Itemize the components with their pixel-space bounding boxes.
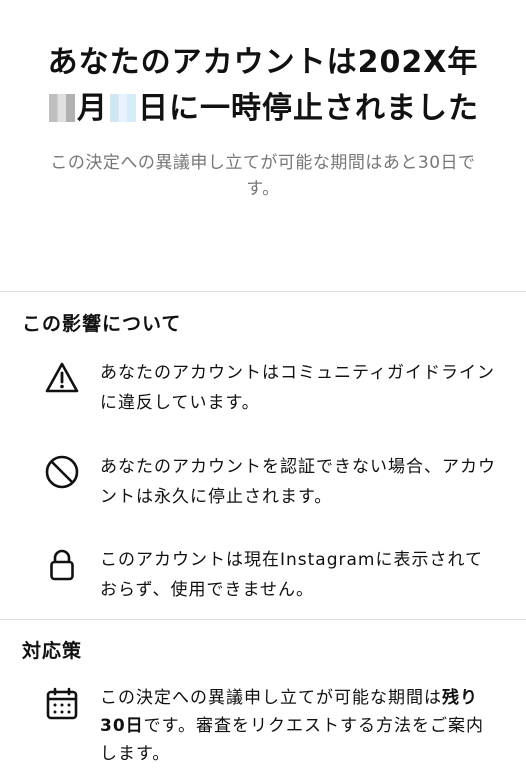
appeal-deadline-subtitle: この決定への異議申し立てが可能な期間はあと30日です。 <box>50 153 476 199</box>
block-icon <box>44 454 80 490</box>
warning-icon <box>44 360 80 396</box>
action-text-before: この決定への異議申し立てが可能な期間は <box>100 688 442 708</box>
impact-item-text: あなたのアカウントを認証できない場合、アカウントは永久に停止されます。 <box>100 457 496 507</box>
impact-item-text: あなたのアカウントはコミュニティガイドラインに違反しています。 <box>100 363 495 413</box>
calendar-icon <box>44 686 80 722</box>
title-part1: あなたのアカウントは202X年 <box>47 45 479 80</box>
impact-item-text: このアカウントは現在Instagramに表示されておらず、使用できません。 <box>100 550 483 600</box>
action-section-title: 対応策 <box>22 640 83 662</box>
title-part3: 日に一時停止されました <box>138 91 479 126</box>
redacted-month <box>49 94 75 122</box>
lock-icon <box>44 547 80 583</box>
impact-item-guideline-violation: あなたのアカウントはコミュニティガイドラインに違反しています。 <box>44 358 496 418</box>
impact-item-hidden-account: このアカウントは現在Instagramに表示されておらず、使用できません。 <box>44 545 496 605</box>
action-item-appeal: この決定への異議申し立てが可能な期間は残り30日です。審査をリクエストする方法を… <box>44 684 496 768</box>
redacted-day <box>110 94 136 122</box>
divider <box>0 291 526 292</box>
title-part2: 月 <box>77 91 108 126</box>
impact-section-title: この影響について <box>22 313 182 335</box>
impact-item-permanent-suspension: あなたのアカウントを認証できない場合、アカウントは永久に停止されます。 <box>44 452 496 512</box>
header: あなたのアカウントは202X年月日に一時停止されました この決定への異議申し立て… <box>0 0 526 202</box>
action-item-text: この決定への異議申し立てが可能な期間は残り30日です。審査をリクエストする方法を… <box>100 684 496 768</box>
divider <box>0 619 526 620</box>
action-text-after: です。審査をリクエストする方法をご案内します。 <box>100 716 484 764</box>
page-title: あなたのアカウントは202X年月日に一時停止されました <box>40 40 486 132</box>
